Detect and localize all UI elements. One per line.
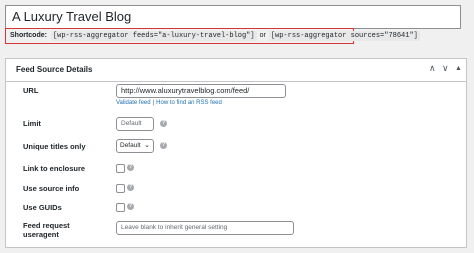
link-enclosure-checkbox[interactable] — [116, 164, 125, 173]
url-help-links: Validate feed | How to find an RSS feed — [116, 100, 222, 106]
toggle-panel-button[interactable]: ▲ — [455, 65, 462, 72]
post-title-input[interactable]: A Luxury Travel Blog — [5, 5, 461, 29]
shortcode-feeds: [wp-rss-aggregator feeds="a-luxury-trave… — [50, 31, 257, 41]
url-label: URL — [23, 86, 39, 95]
move-down-button[interactable]: ∨ — [442, 63, 449, 74]
panel-title: Feed Source Details — [16, 65, 93, 74]
source-info-checkbox[interactable] — [116, 184, 125, 193]
source-info-label: Use source info — [23, 184, 80, 193]
help-icon[interactable]: ? — [127, 203, 134, 210]
shortcode-sources: [wp-rss-aggregator sources="78641"] — [268, 31, 420, 41]
how-to-find-rss-link[interactable]: How to find an RSS feed — [156, 100, 222, 106]
validate-feed-link[interactable]: Validate feed — [116, 100, 151, 106]
useragent-label-line1: Feed request — [23, 221, 70, 230]
help-icon[interactable]: ? — [160, 120, 167, 127]
unique-titles-label: Unique titles only — [23, 142, 86, 151]
feed-source-details-panel: Feed Source Details ∧ ∨ ▲ URL http://www… — [5, 58, 467, 248]
use-guids-label: Use GUIDs — [23, 203, 62, 212]
unique-titles-select[interactable]: Default ⌄ — [116, 139, 154, 153]
useragent-input[interactable]: Leave blank to inherit general setting — [116, 221, 294, 235]
move-up-button[interactable]: ∧ — [429, 63, 436, 74]
help-icon[interactable]: ? — [160, 142, 167, 149]
url-input[interactable]: http://www.aluxurytravelblog.com/feed/ — [116, 84, 286, 98]
shortcode-box: Shortcode: [wp-rss-aggregator feeds="a-lu… — [5, 28, 420, 44]
link-separator: | — [152, 100, 155, 106]
shortcode-or: or — [259, 32, 266, 39]
panel-header: Feed Source Details ∧ ∨ ▲ — [6, 59, 466, 82]
useragent-label-line2: useragent — [23, 230, 59, 239]
chevron-down-icon: ⌄ — [144, 142, 150, 149]
unique-titles-value: Default — [120, 142, 141, 149]
help-icon[interactable]: ? — [127, 184, 134, 191]
help-icon[interactable]: ? — [127, 164, 134, 171]
limit-label: Limit — [23, 119, 41, 128]
limit-input[interactable]: Default — [116, 117, 154, 131]
link-enclosure-label: Link to enclosure — [23, 164, 86, 173]
use-guids-checkbox[interactable] — [116, 203, 125, 212]
shortcode-label: Shortcode: — [10, 32, 47, 39]
